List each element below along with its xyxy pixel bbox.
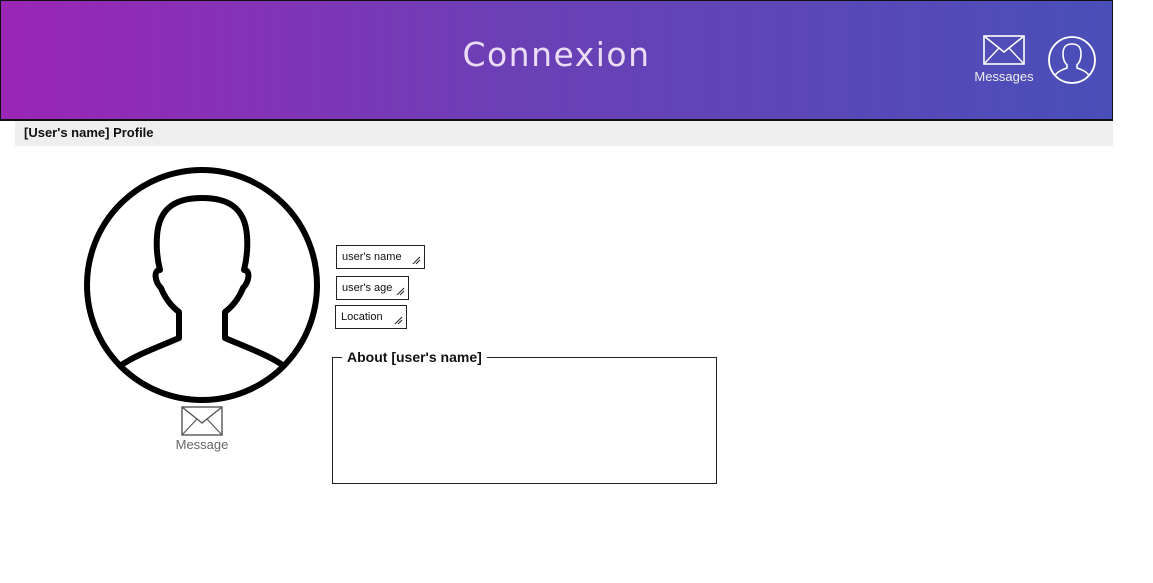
user-avatar-icon xyxy=(1048,36,1096,84)
user-account-button[interactable] xyxy=(1047,35,1097,90)
envelope-icon xyxy=(181,406,223,436)
messages-label: Messages xyxy=(974,69,1034,84)
resize-grip-icon[interactable] xyxy=(396,287,405,296)
send-message-label: Message xyxy=(175,437,229,452)
about-textarea[interactable]: About [user's name] xyxy=(332,349,717,484)
name-field-value: user's name xyxy=(342,251,402,263)
age-field-value: user's age xyxy=(342,282,393,294)
profile-bar: [User's name] Profile xyxy=(15,121,1113,146)
brand-logo[interactable]: Connexion xyxy=(1,35,1112,74)
resize-grip-icon[interactable] xyxy=(394,316,403,325)
user-avatar-icon xyxy=(84,167,320,403)
send-message-button[interactable]: Message xyxy=(170,406,234,452)
page-title: [User's name] Profile xyxy=(24,125,154,140)
profile-avatar xyxy=(83,166,321,409)
name-field[interactable]: user's name xyxy=(336,245,425,269)
envelope-icon xyxy=(983,35,1025,65)
age-field[interactable]: user's age xyxy=(336,276,409,300)
resize-grip-icon[interactable] xyxy=(412,256,421,265)
app-header: Connexion Messages xyxy=(0,0,1113,121)
messages-button[interactable]: Messages xyxy=(971,35,1037,84)
location-field-value: Location xyxy=(341,311,383,323)
about-legend: About [user's name] xyxy=(342,349,487,365)
location-field[interactable]: Location xyxy=(335,305,407,329)
